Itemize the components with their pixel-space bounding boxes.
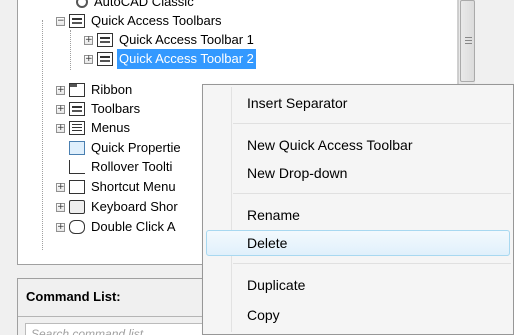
menu-item-new-drop-down[interactable]: New Drop-down (247, 163, 347, 183)
tree-item-quick-access-toolbar-1[interactable]: + Quick Access Toolbar 1 (84, 30, 256, 50)
expand-icon[interactable]: + (56, 85, 65, 95)
tree-item-label: Keyboard Shor (91, 199, 178, 214)
menu-item-duplicate[interactable]: Duplicate (247, 275, 305, 295)
toolbar-icon (97, 52, 113, 66)
tree-item-label: Double Click A (91, 219, 176, 234)
tree-item-double-click-actions[interactable]: + Double Click A (56, 217, 178, 237)
tree-item-quick-access-toolbars[interactable]: − Quick Access Toolbars (56, 11, 224, 31)
tree-item-label: Quick Access Toolbars (91, 13, 222, 28)
menu-separator (233, 193, 511, 194)
rollover-tooltip-icon (69, 160, 85, 174)
tree-item-label: Menus (91, 120, 131, 135)
tree-item-keyboard-shortcuts[interactable]: + Keyboard Shor (56, 197, 180, 217)
keyboard-shortcut-icon (69, 200, 85, 214)
context-menu: Insert Separator New Quick Access Toolba… (202, 84, 514, 335)
expand-icon[interactable]: + (56, 123, 65, 133)
collapse-icon[interactable]: − (56, 16, 65, 26)
tree-item-label: Ribbon (91, 82, 133, 97)
expand-icon[interactable]: + (84, 54, 93, 64)
menu-gutter (231, 87, 232, 332)
command-list-title: Command List: (26, 289, 121, 304)
gear-icon (76, 0, 88, 8)
tree-item-menus[interactable]: + Menus (56, 118, 132, 138)
menu-separator (233, 123, 511, 124)
tree-item-quick-access-toolbar-2[interactable]: + Quick Access Toolbar 2 (84, 49, 256, 69)
menu-separator (233, 263, 511, 264)
ribbon-icon (69, 83, 85, 97)
scrollbar-thumb[interactable] (460, 0, 475, 82)
tree-item-quick-properties[interactable]: Quick Propertie (56, 138, 183, 158)
toolbar-group-icon (69, 14, 85, 28)
expand-icon[interactable]: + (84, 35, 93, 45)
tree-item-label: Toolbars (91, 101, 141, 116)
tree-item-label: Quick Access Toolbar 2 (117, 49, 256, 69)
tree-item-label: Rollover Toolti (91, 159, 173, 174)
menu-item-copy[interactable]: Copy (247, 305, 280, 325)
menu-item-delete[interactable]: Delete (247, 233, 287, 253)
expand-icon[interactable]: + (56, 202, 65, 212)
shortcut-menu-icon (69, 180, 85, 194)
quick-properties-icon (69, 141, 85, 155)
menu-icon (69, 121, 85, 135)
tree-item-rollover-tooltips[interactable]: Rollover Toolti (56, 157, 174, 177)
expand-icon[interactable]: + (56, 104, 65, 114)
expand-icon[interactable]: + (56, 222, 65, 232)
tree-item-label: Quick Propertie (91, 140, 181, 155)
menu-item-new-quick-access-toolbar[interactable]: New Quick Access Toolbar (247, 135, 412, 155)
menu-item-insert-separator[interactable]: Insert Separator (247, 93, 347, 113)
toolbar-icon (97, 33, 113, 47)
menu-item-rename[interactable]: Rename (247, 205, 300, 225)
expand-icon[interactable]: + (56, 182, 65, 192)
tree-connector (70, 30, 71, 70)
tree-item-shortcut-menus[interactable]: + Shortcut Menu (56, 177, 178, 197)
tree-item-toolbars[interactable]: + Toolbars (56, 99, 142, 119)
double-click-icon (69, 220, 85, 234)
tree-item-label: Shortcut Menu (91, 179, 176, 194)
tree-item-label: Quick Access Toolbar 1 (119, 32, 254, 47)
toolbars-icon (69, 102, 85, 116)
tree-connector (42, 20, 43, 250)
tree-item-ribbon[interactable]: + Ribbon (56, 80, 134, 100)
